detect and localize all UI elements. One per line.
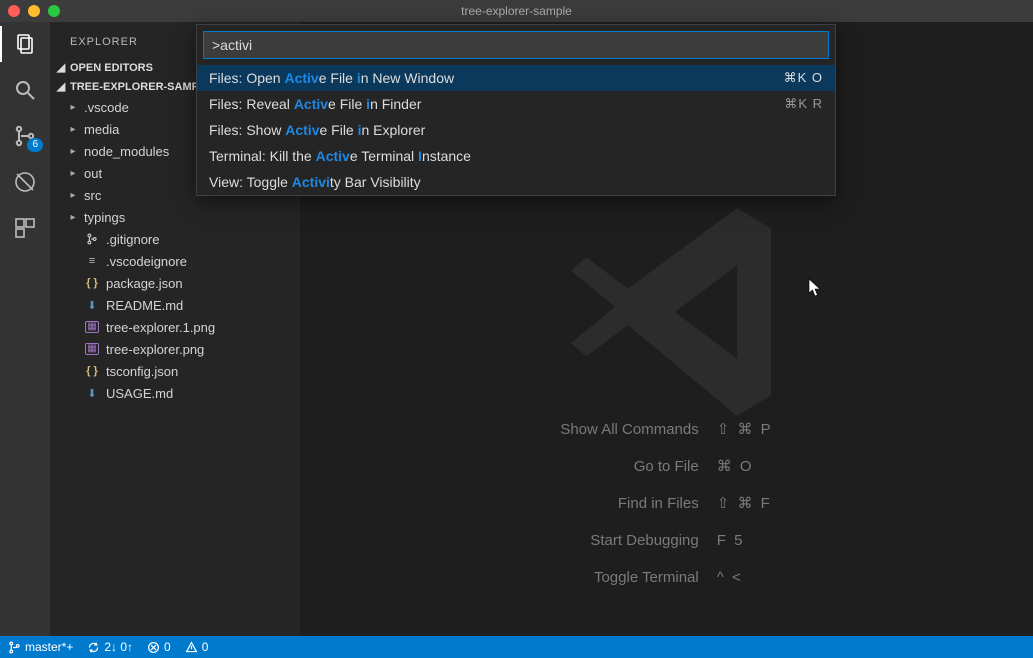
tree-file[interactable]: .gitignore bbox=[50, 228, 300, 250]
image-file-icon: ▦ bbox=[84, 341, 100, 357]
folder-name: src bbox=[84, 188, 101, 203]
watermark-row: Find in Files⇧ ⌘ F bbox=[560, 485, 772, 522]
command-palette: Files: Open Active File in New Window ⌘K … bbox=[196, 24, 836, 196]
extensions-icon[interactable] bbox=[11, 214, 39, 242]
folder-name: typings bbox=[84, 210, 125, 225]
warnings-status[interactable]: 0 bbox=[185, 640, 209, 654]
file-name: USAGE.md bbox=[106, 386, 173, 401]
command-label: Files: Open Active File in New Window bbox=[209, 70, 454, 86]
watermark-label: Toggle Terminal bbox=[560, 559, 716, 596]
chevron-right-icon: ▸ bbox=[68, 146, 78, 157]
watermark-shortcut: ⇧ ⌘ F bbox=[717, 485, 773, 522]
markdown-file-icon: ⬇ bbox=[84, 385, 100, 401]
watermark-shortcut: F 5 bbox=[717, 522, 773, 559]
markdown-file-icon: ⬇ bbox=[84, 297, 100, 313]
json-file-icon: { } bbox=[84, 275, 100, 291]
command-label: Files: Show Active File in Explorer bbox=[209, 122, 425, 138]
source-control-icon[interactable]: 6 bbox=[11, 122, 39, 150]
error-count: 0 bbox=[164, 640, 171, 654]
chevron-right-icon: ▸ bbox=[68, 124, 78, 135]
file-name: tree-explorer.png bbox=[106, 342, 204, 357]
status-bar: master*+ 2↓ 0↑ 0 0 bbox=[0, 636, 1033, 658]
command-palette-list: Files: Open Active File in New Window ⌘K … bbox=[197, 65, 835, 195]
folder-name: node_modules bbox=[84, 144, 169, 159]
file-name: .vscodeignore bbox=[106, 254, 187, 269]
text-file-icon: ≡ bbox=[84, 253, 100, 269]
scm-badge: 6 bbox=[27, 138, 43, 152]
command-palette-item[interactable]: Files: Reveal Active File in Finder ⌘K R bbox=[197, 91, 835, 117]
sync-count: 2↓ 0↑ bbox=[104, 640, 133, 654]
command-palette-item[interactable]: Files: Open Active File in New Window ⌘K … bbox=[197, 65, 835, 91]
command-label: View: Toggle Activity Bar Visibility bbox=[209, 174, 421, 190]
command-palette-item[interactable]: Files: Show Active File in Explorer bbox=[197, 117, 835, 143]
close-window-button[interactable] bbox=[8, 5, 20, 17]
sync-status[interactable]: 2↓ 0↑ bbox=[87, 640, 133, 654]
file-name: package.json bbox=[106, 276, 183, 291]
command-shortcut: ⌘K O bbox=[784, 70, 823, 86]
tree-file[interactable]: ⬇ USAGE.md bbox=[50, 382, 300, 404]
watermark-row: Go to File⌘ O bbox=[560, 448, 772, 485]
chevron-right-icon: ▸ bbox=[68, 102, 78, 113]
watermark-row: Start DebuggingF 5 bbox=[560, 522, 772, 559]
folder-name: .vscode bbox=[84, 100, 129, 115]
watermark-row: Toggle Terminal^ < bbox=[560, 559, 772, 596]
tree-file[interactable]: ▦ tree-explorer.1.png bbox=[50, 316, 300, 338]
folder-name: media bbox=[84, 122, 119, 137]
command-palette-input[interactable] bbox=[203, 31, 829, 59]
command-palette-item[interactable]: View: Toggle Activity Bar Visibility bbox=[197, 169, 835, 195]
warning-count: 0 bbox=[202, 640, 209, 654]
window-controls bbox=[8, 5, 60, 17]
search-icon[interactable] bbox=[11, 76, 39, 104]
watermark-shortcut: ^ < bbox=[717, 559, 773, 596]
image-file-icon: ▦ bbox=[84, 319, 100, 335]
tree-file[interactable]: ≡ .vscodeignore bbox=[50, 250, 300, 272]
explorer-icon[interactable] bbox=[11, 30, 39, 58]
open-editors-label: OPEN EDITORS bbox=[70, 62, 153, 74]
debug-icon[interactable] bbox=[11, 168, 39, 196]
watermark-shortcut: ⌘ O bbox=[717, 448, 773, 485]
chevron-down-icon: ◢ bbox=[56, 80, 66, 93]
chevron-down-icon: ◢ bbox=[56, 61, 66, 74]
watermark-label: Start Debugging bbox=[560, 522, 716, 559]
file-name: tsconfig.json bbox=[106, 364, 178, 379]
vscode-logo-icon bbox=[550, 182, 810, 445]
chevron-right-icon: ▸ bbox=[68, 168, 78, 179]
command-palette-item[interactable]: Terminal: Kill the Active Terminal Insta… bbox=[197, 143, 835, 169]
file-name: tree-explorer.1.png bbox=[106, 320, 215, 335]
maximize-window-button[interactable] bbox=[48, 5, 60, 17]
command-shortcut: ⌘K R bbox=[784, 96, 823, 112]
command-label: Terminal: Kill the Active Terminal Insta… bbox=[209, 148, 471, 164]
chevron-right-icon: ▸ bbox=[68, 212, 78, 223]
errors-status[interactable]: 0 bbox=[147, 640, 171, 654]
window-title: tree-explorer-sample bbox=[0, 4, 1033, 18]
file-name: .gitignore bbox=[106, 232, 159, 247]
title-bar: tree-explorer-sample bbox=[0, 0, 1033, 22]
tree-folder[interactable]: ▸ typings bbox=[50, 206, 300, 228]
command-label: Files: Reveal Active File in Finder bbox=[209, 96, 421, 112]
watermark-label: Go to File bbox=[560, 448, 716, 485]
git-branch-status[interactable]: master*+ bbox=[8, 640, 73, 654]
tree-file[interactable]: { } package.json bbox=[50, 272, 300, 294]
git-icon bbox=[84, 231, 100, 247]
tree-file[interactable]: ⬇ README.md bbox=[50, 294, 300, 316]
chevron-right-icon: ▸ bbox=[68, 190, 78, 201]
json-file-icon: { } bbox=[84, 363, 100, 379]
tree-file[interactable]: ▦ tree-explorer.png bbox=[50, 338, 300, 360]
minimize-window-button[interactable] bbox=[28, 5, 40, 17]
file-name: README.md bbox=[106, 298, 183, 313]
branch-name: master*+ bbox=[25, 640, 73, 654]
folder-name: out bbox=[84, 166, 102, 181]
activity-bar: 6 bbox=[0, 22, 50, 636]
tree-file[interactable]: { } tsconfig.json bbox=[50, 360, 300, 382]
watermark-label: Find in Files bbox=[560, 485, 716, 522]
project-label: TREE-EXPLORER-SAMPLE bbox=[70, 81, 213, 93]
